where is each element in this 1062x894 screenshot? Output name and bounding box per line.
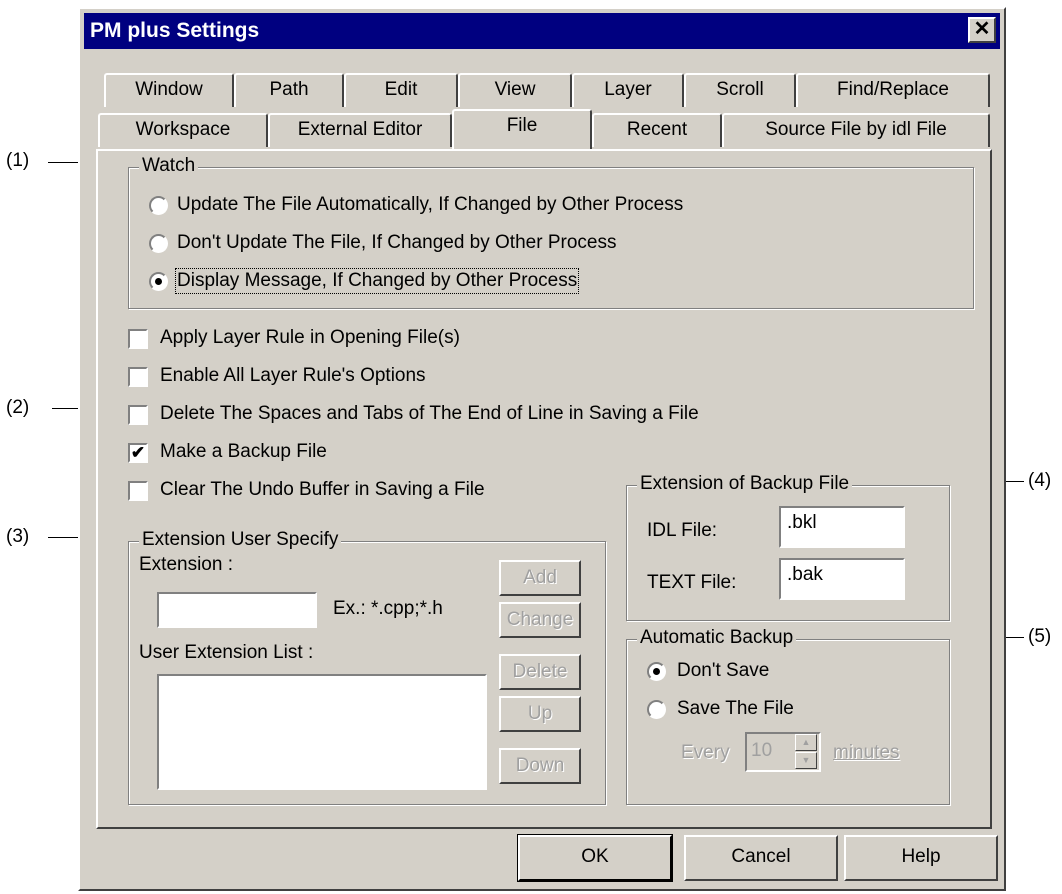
window-title: PM plus Settings [90, 19, 260, 42]
minutes-label: minutes [833, 742, 900, 763]
delete-button[interactable]: Delete [499, 654, 581, 690]
add-button[interactable]: Add [499, 560, 581, 596]
tab-find-replace[interactable]: Find/Replace [796, 73, 990, 107]
label-apply-layer-rule[interactable]: Apply Layer Rule in Opening File(s) [160, 327, 460, 349]
tab-scroll[interactable]: Scroll [684, 73, 796, 107]
label-make-backup[interactable]: Make a Backup File [160, 441, 327, 463]
close-icon: ✕ [973, 18, 991, 40]
checkbox-make-backup[interactable]: ✔ [128, 443, 148, 463]
auto-backup-radio-dont-save[interactable] [647, 662, 666, 681]
checkbox-apply-layer-rule[interactable] [128, 329, 148, 349]
annotation-1: (1) [6, 150, 30, 171]
automatic-backup-group: Automatic Backup Don't Save Save The Fil… [626, 627, 950, 805]
auto-backup-option-save-file[interactable]: Save The File [677, 698, 794, 720]
extension-user-legend: Extension User Specify [139, 529, 342, 551]
file-tab-panel: Watch Update The File Automatically, If … [96, 149, 992, 829]
label-delete-trailing-spaces[interactable]: Delete The Spaces and Tabs of The End of… [160, 403, 699, 425]
tab-file[interactable]: File [452, 109, 592, 149]
checkbox-enable-layer-options[interactable] [128, 367, 148, 387]
idl-file-input[interactable]: .bkl [779, 506, 905, 548]
radio-selected-dot [653, 668, 660, 675]
tab-source-file-by-idl-file[interactable]: Source File by idl File [722, 113, 990, 147]
idl-file-label: IDL File: [647, 520, 718, 541]
watch-group: Watch Update The File Automatically, If … [128, 155, 974, 309]
tab-window[interactable]: Window [104, 73, 234, 107]
backup-extension-legend: Extension of Backup File [637, 473, 853, 495]
annotation-3: (3) [6, 526, 30, 547]
idl-file-value: .bkl [787, 512, 817, 533]
tab-layer[interactable]: Layer [572, 73, 684, 107]
text-file-label: TEXT File: [647, 572, 737, 593]
extension-example: Ex.: *.cpp;*.h [333, 598, 443, 619]
spin-up-icon: ▲ [801, 737, 811, 747]
user-extension-list-label: User Extension List : [139, 642, 314, 663]
every-label: Every [681, 742, 730, 763]
tab-path[interactable]: Path [234, 73, 344, 107]
tab-workspace[interactable]: Workspace [98, 113, 268, 147]
watch-option-auto-update[interactable]: Update The File Automatically, If Change… [177, 194, 683, 216]
title-bar[interactable]: PM plus Settings ✕ [84, 13, 1000, 49]
watch-radio-no-update[interactable] [149, 234, 168, 253]
down-button[interactable]: Down [499, 748, 581, 784]
extension-label: Extension : [139, 554, 233, 575]
annotation-2: (2) [6, 397, 30, 418]
extension-input[interactable] [157, 592, 317, 628]
up-button[interactable]: Up [499, 696, 581, 732]
minutes-spinner[interactable]: 10 ▲ ▼ [745, 732, 821, 772]
spin-down-icon: ▼ [801, 755, 811, 765]
tab-recent[interactable]: Recent [592, 113, 722, 147]
watch-option-no-update[interactable]: Don't Update The File, If Changed by Oth… [177, 232, 616, 254]
annotation-4: (4) [1028, 470, 1052, 491]
annotation-5: (5) [1028, 626, 1052, 647]
change-button[interactable]: Change [499, 602, 581, 638]
settings-dialog: PM plus Settings ✕ Window Path Edit View… [78, 7, 1006, 891]
watch-legend: Watch [139, 155, 199, 177]
tab-external-editor[interactable]: External Editor [268, 113, 452, 147]
label-clear-undo[interactable]: Clear The Undo Buffer in Saving a File [160, 479, 485, 501]
minutes-value: 10 [751, 740, 773, 761]
close-button[interactable]: ✕ [968, 17, 996, 43]
label-enable-layer-options[interactable]: Enable All Layer Rule's Options [160, 365, 426, 387]
tab-view[interactable]: View [458, 73, 572, 107]
cancel-button[interactable]: Cancel [684, 835, 838, 881]
user-extension-list[interactable] [157, 674, 487, 790]
checkbox-delete-trailing-spaces[interactable] [128, 405, 148, 425]
spin-down-button[interactable]: ▼ [795, 752, 817, 769]
checkbox-clear-undo[interactable] [128, 481, 148, 501]
text-file-input[interactable]: .bak [779, 558, 905, 600]
auto-backup-radio-save-file[interactable] [647, 700, 666, 719]
watch-radio-display-message[interactable] [149, 272, 168, 291]
tab-edit[interactable]: Edit [344, 73, 458, 107]
backup-extension-group: Extension of Backup File IDL File: .bkl … [626, 473, 950, 621]
text-file-value: .bak [787, 564, 823, 585]
spin-up-button[interactable]: ▲ [795, 734, 817, 751]
help-button[interactable]: Help [844, 835, 998, 881]
watch-option-display-message[interactable]: Display Message, If Changed by Other Pro… [174, 268, 580, 294]
extension-user-group: Extension User Specify Extension : Ex.: … [128, 529, 606, 805]
ok-button[interactable]: OK [517, 834, 673, 882]
watch-radio-auto-update[interactable] [149, 196, 168, 215]
auto-backup-option-dont-save[interactable]: Don't Save [677, 660, 769, 682]
radio-selected-dot [155, 278, 162, 285]
automatic-backup-legend: Automatic Backup [637, 627, 797, 649]
